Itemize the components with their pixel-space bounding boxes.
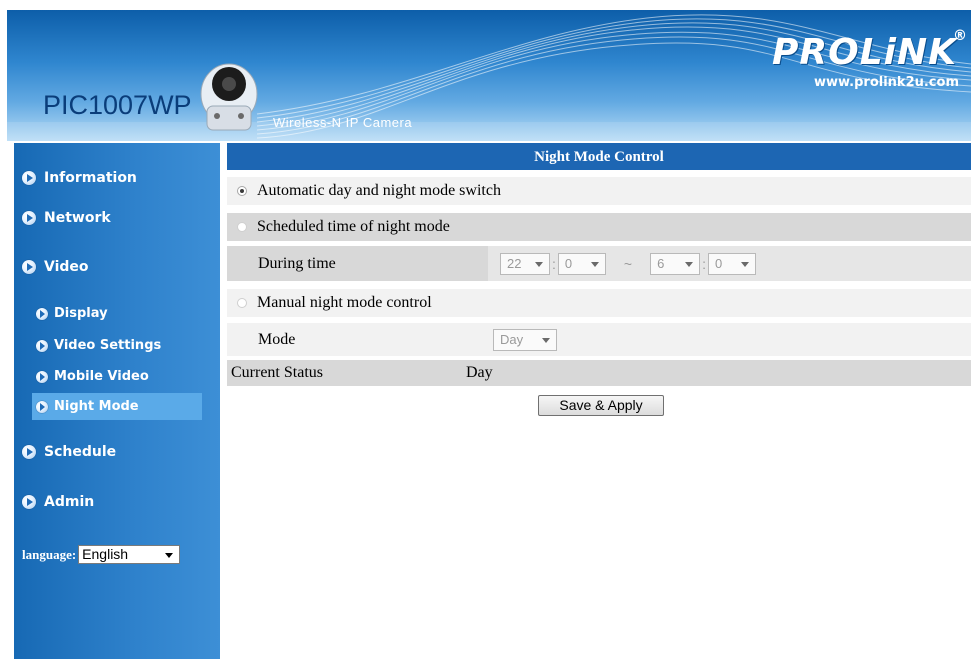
- sidebar-item-label: Video Settings: [54, 338, 162, 353]
- chevron-down-icon: [590, 261, 599, 267]
- page-header: PIC1007WP Wireless-N IP Camera PROLiNK ®…: [7, 10, 971, 141]
- chevron-down-icon: [535, 261, 543, 267]
- manual-mode-row: Manual night mode control: [227, 289, 971, 317]
- sidebar-item-information[interactable]: Information: [22, 170, 137, 186]
- arrow-bullet-icon: [36, 370, 48, 383]
- start-hour-value: 22: [507, 255, 522, 271]
- sidebar-item-schedule[interactable]: Schedule: [22, 444, 116, 460]
- during-time-label: During time: [258, 254, 336, 272]
- mode-select-value: Day: [500, 331, 524, 347]
- start-minute-value: 0: [564, 255, 573, 271]
- camera-image: [200, 63, 258, 131]
- arrow-bullet-icon: [22, 495, 36, 509]
- arrow-bullet-icon: [36, 400, 48, 413]
- registered-mark: ®: [953, 28, 967, 44]
- arrow-bullet-icon: [36, 307, 48, 320]
- sidebar-item-label: Video: [44, 259, 89, 275]
- scheduled-mode-label: Scheduled time of night mode: [257, 218, 450, 235]
- during-time-values: 22 : 0 ~ 6 : 0: [488, 246, 971, 281]
- sidebar-item-night-mode[interactable]: Night Mode: [32, 393, 202, 420]
- auto-mode-label: Automatic day and night mode switch: [257, 182, 501, 199]
- brand-url: www.prolink2u.com: [813, 75, 959, 90]
- time-range-tilde: ~: [623, 255, 633, 272]
- brand-logo: PROLiNK: [771, 32, 957, 73]
- start-minute-select[interactable]: 0: [557, 252, 606, 275]
- save-apply-button[interactable]: Save & Apply: [538, 395, 664, 416]
- chevron-down-icon: [740, 261, 749, 267]
- current-status-row: Current Status Day: [227, 360, 971, 386]
- main-content: Night Mode Control Automatic day and nig…: [227, 143, 971, 416]
- arrow-bullet-icon: [22, 171, 36, 185]
- end-hour-value: 6: [657, 255, 665, 271]
- mode-label: Mode: [258, 330, 296, 348]
- page-title: Night Mode Control: [227, 143, 971, 170]
- arrow-bullet-icon: [36, 339, 48, 352]
- sidebar-item-mobile-video[interactable]: Mobile Video: [36, 369, 149, 384]
- scheduled-mode-radio[interactable]: [237, 222, 247, 232]
- manual-mode-label: Manual night mode control: [257, 294, 432, 311]
- sidebar-item-label: Schedule: [44, 444, 117, 460]
- end-minute-value: 0: [714, 255, 723, 271]
- arrow-bullet-icon: [22, 211, 36, 225]
- arrow-bullet-icon: [22, 260, 36, 274]
- sidebar-item-label: Display: [54, 306, 108, 321]
- start-hour-select[interactable]: 22: [500, 252, 550, 275]
- sidebar: Information Network Video Display Video …: [14, 143, 220, 659]
- time-colon: :: [702, 255, 706, 272]
- language-dropdown[interactable]: English: [78, 545, 181, 564]
- sidebar-item-admin[interactable]: Admin: [22, 494, 94, 510]
- chevron-down-icon: [165, 553, 174, 558]
- sidebar-item-display[interactable]: Display: [36, 306, 108, 321]
- language-selector: language: English: [22, 545, 181, 564]
- chevron-down-icon: [685, 261, 694, 267]
- sidebar-item-network[interactable]: Network: [22, 210, 111, 226]
- time-colon: :: [552, 255, 556, 272]
- mode-select[interactable]: Day: [493, 328, 557, 351]
- auto-mode-radio[interactable]: [237, 186, 247, 196]
- language-value: English: [82, 546, 129, 562]
- sidebar-item-video-settings[interactable]: Video Settings: [36, 338, 161, 353]
- model-name: PIC1007WP: [43, 90, 192, 120]
- chevron-down-icon: [542, 337, 550, 343]
- sidebar-item-label: Night Mode: [54, 399, 139, 414]
- product-subtitle: Wireless-N IP Camera: [273, 115, 413, 130]
- scheduled-mode-row: Scheduled time of night mode: [227, 213, 971, 241]
- sidebar-item-label: Information: [44, 170, 137, 186]
- manual-mode-radio[interactable]: [237, 298, 247, 308]
- language-label: language:: [22, 546, 77, 562]
- mode-row: Mode Day: [227, 323, 971, 356]
- current-status-value: Day: [461, 360, 971, 386]
- during-time-row: During time 22 : 0 ~ 6 : 0: [227, 246, 971, 281]
- arrow-bullet-icon: [22, 445, 36, 459]
- end-minute-select[interactable]: 0: [707, 252, 756, 275]
- end-hour-select[interactable]: 6: [650, 252, 701, 275]
- sidebar-item-label: Admin: [44, 494, 95, 510]
- sidebar-item-video[interactable]: Video: [22, 259, 89, 275]
- sidebar-item-label: Network: [44, 210, 111, 226]
- sidebar-item-label: Mobile Video: [54, 369, 149, 384]
- auto-mode-row: Automatic day and night mode switch: [227, 177, 971, 205]
- mode-value-cell: Day: [488, 323, 971, 356]
- current-status-label: Current Status: [227, 360, 461, 386]
